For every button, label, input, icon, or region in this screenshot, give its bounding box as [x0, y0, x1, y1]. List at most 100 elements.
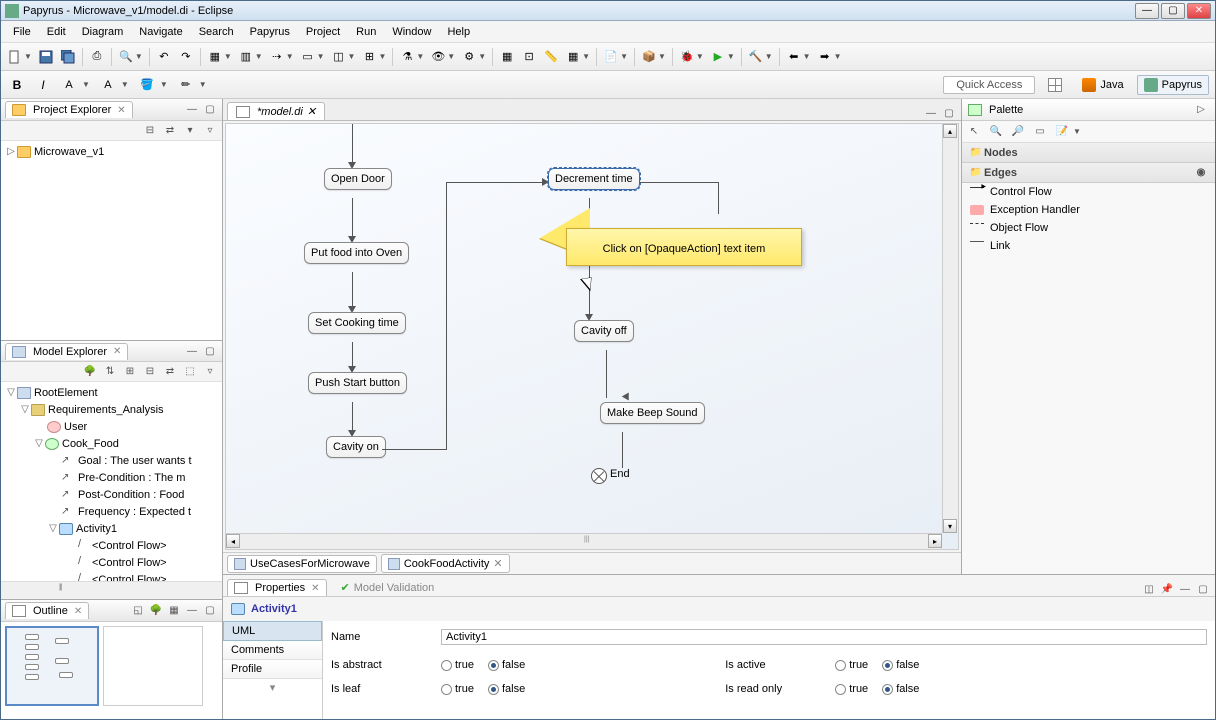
menu-navigate[interactable]: Navigate — [131, 24, 190, 40]
tree-item-project[interactable]: ▷ Microwave_v1 — [1, 143, 222, 160]
name-input[interactable] — [441, 629, 1207, 645]
dropdown-icon[interactable]: ▼ — [224, 52, 232, 61]
tree-item[interactable]: Frequency : Expected t — [1, 503, 222, 520]
new-view-icon[interactable]: ◫ — [1141, 582, 1157, 596]
menu-help[interactable]: Help — [439, 24, 478, 40]
maximize-button[interactable]: ▢ — [1161, 3, 1185, 19]
pin-view-icon[interactable]: 📌 — [1159, 582, 1175, 596]
redo-icon[interactable]: ↷ — [176, 47, 196, 67]
menu-run[interactable]: Run — [348, 24, 384, 40]
dropdown-icon[interactable]: ▼ — [348, 52, 356, 61]
font-color-icon[interactable]: A — [98, 75, 118, 95]
new-icon[interactable] — [5, 47, 25, 67]
palette-item-exception[interactable]: Exception Handler — [962, 201, 1215, 219]
print-icon[interactable]: ⎙ — [87, 47, 107, 67]
dropdown-icon[interactable]: ▼ — [199, 80, 207, 89]
grid2-icon[interactable]: ▦ — [563, 47, 583, 67]
side-tab-uml[interactable]: UML — [223, 621, 322, 641]
palette-section-edges[interactable]: 📁 Edges ◉ — [962, 163, 1215, 183]
dropdown-icon[interactable]: ▼ — [696, 52, 704, 61]
tree-toolbar-icon[interactable]: ⬚ — [182, 365, 198, 379]
tree-item[interactable]: ▽Requirements_Analysis — [1, 401, 222, 418]
dropdown-icon[interactable]: ▼ — [317, 52, 325, 61]
view-menu-icon[interactable]: ▿ — [202, 124, 218, 138]
node-cavity-on[interactable]: Cavity on — [326, 436, 386, 458]
dropdown-icon[interactable]: ▼ — [82, 80, 90, 89]
palette-item-link[interactable]: Link — [962, 237, 1215, 255]
save-all-icon[interactable] — [58, 47, 78, 67]
tree-toolbar-icon[interactable]: ⊟ — [142, 365, 158, 379]
back-icon[interactable]: ⬅ — [784, 47, 804, 67]
tab-model-validation[interactable]: ✔ Model Validation — [335, 579, 441, 596]
radio-readonly-false[interactable]: false — [882, 683, 919, 695]
new-wiz-icon[interactable]: 📄 — [601, 47, 621, 67]
undo-icon[interactable]: ↶ — [154, 47, 174, 67]
route-icon[interactable]: ⇢ — [267, 47, 287, 67]
tree-toolbar-icon[interactable]: ⇄ — [162, 365, 178, 379]
view-menu-icon[interactable]: ▿ — [202, 365, 218, 379]
tree-item[interactable]: ▽Activity1 — [1, 520, 222, 537]
tree-item[interactable]: ▽Cook_Food — [1, 435, 222, 452]
dropdown-icon[interactable]: ▼ — [478, 52, 486, 61]
close-icon[interactable]: ✕ — [74, 606, 82, 617]
layout-icon[interactable]: ◫ — [329, 47, 349, 67]
dropdown-icon[interactable]: ▼ — [765, 52, 773, 61]
minimize-view-icon[interactable]: — — [1177, 582, 1193, 596]
dropdown-icon[interactable]: ▼ — [658, 52, 666, 61]
snap-icon[interactable]: ⊡ — [519, 47, 539, 67]
outline-tab[interactable]: Outline ✕ — [5, 602, 89, 619]
horizontal-scrollbar[interactable] — [1, 581, 222, 599]
palette-item-object-flow[interactable]: Object Flow — [962, 219, 1215, 237]
scroll-up-icon[interactable]: ▴ — [943, 124, 957, 138]
scroll-right-icon[interactable]: ▸ — [928, 534, 942, 548]
select-icon[interactable]: ▭ — [298, 47, 318, 67]
side-tab-profile[interactable]: Profile — [223, 660, 322, 679]
dropdown-icon[interactable]: ▼ — [378, 52, 386, 61]
close-button[interactable]: ✕ — [1187, 3, 1211, 19]
menu-file[interactable]: File — [5, 24, 39, 40]
menu-window[interactable]: Window — [384, 24, 439, 40]
minimize-button[interactable]: — — [1135, 3, 1159, 19]
menu-project[interactable]: Project — [298, 24, 348, 40]
editor-tab-model[interactable]: *model.di ✕ — [227, 102, 325, 120]
minimize-view-icon[interactable]: — — [184, 604, 200, 618]
close-icon[interactable]: ✕ — [307, 105, 316, 118]
link-editor-icon[interactable]: ⇄ — [162, 124, 178, 138]
scroll-left-icon[interactable]: ◂ — [226, 534, 240, 548]
perspective-java[interactable]: Java — [1075, 75, 1130, 95]
font-icon[interactable]: A — [59, 75, 79, 95]
ruler-icon[interactable]: 📏 — [541, 47, 561, 67]
close-icon[interactable]: ✕ — [117, 105, 125, 116]
menu-search[interactable]: Search — [191, 24, 242, 40]
dropdown-icon[interactable]: ▼ — [255, 52, 263, 61]
hammer-icon[interactable]: 🔨 — [746, 47, 766, 67]
zoom-in-icon[interactable]: 🔍 — [988, 125, 1004, 139]
tree-item[interactable]: ▽RootElement — [1, 384, 222, 401]
minimize-view-icon[interactable]: — — [184, 344, 200, 358]
dropdown-icon[interactable]: ▼ — [727, 52, 735, 61]
line-color-icon[interactable]: ✏ — [176, 75, 196, 95]
dropdown-icon[interactable]: ▼ — [121, 80, 129, 89]
pointer-icon[interactable]: ↖ — [966, 125, 982, 139]
note-icon[interactable]: 📝 — [1054, 125, 1070, 139]
filter-icon[interactable]: ⚗ — [397, 47, 417, 67]
radio-leaf-false[interactable]: false — [488, 683, 525, 695]
align-icon[interactable]: ▦ — [205, 47, 225, 67]
tree-item[interactable]: Post-Condition : Food — [1, 486, 222, 503]
tree-item[interactable]: <Control Flow> — [1, 537, 222, 554]
dropdown-icon[interactable]: ▼ — [447, 52, 455, 61]
tab-cookfood[interactable]: CookFoodActivity✕ — [381, 554, 510, 573]
outline-thumbnail[interactable] — [5, 626, 99, 706]
close-icon[interactable]: ✕ — [113, 346, 121, 357]
gear-icon[interactable]: ⚙ — [459, 47, 479, 67]
quick-access[interactable]: Quick Access — [943, 76, 1035, 94]
maximize-view-icon[interactable]: ▢ — [941, 106, 957, 120]
tree-toolbar-icon[interactable]: ⊞ — [122, 365, 138, 379]
pin-icon[interactable]: ◉ — [1193, 166, 1209, 180]
outline-overview-icon[interactable]: ▦ — [166, 604, 182, 618]
outline-thumbnail-2[interactable] — [103, 626, 203, 706]
maximize-view-icon[interactable]: ▢ — [1195, 582, 1211, 596]
dropdown-icon[interactable]: ▼ — [24, 52, 32, 61]
outline-mode-icon[interactable]: ◱ — [130, 604, 146, 618]
bold-icon[interactable]: B — [7, 75, 27, 95]
